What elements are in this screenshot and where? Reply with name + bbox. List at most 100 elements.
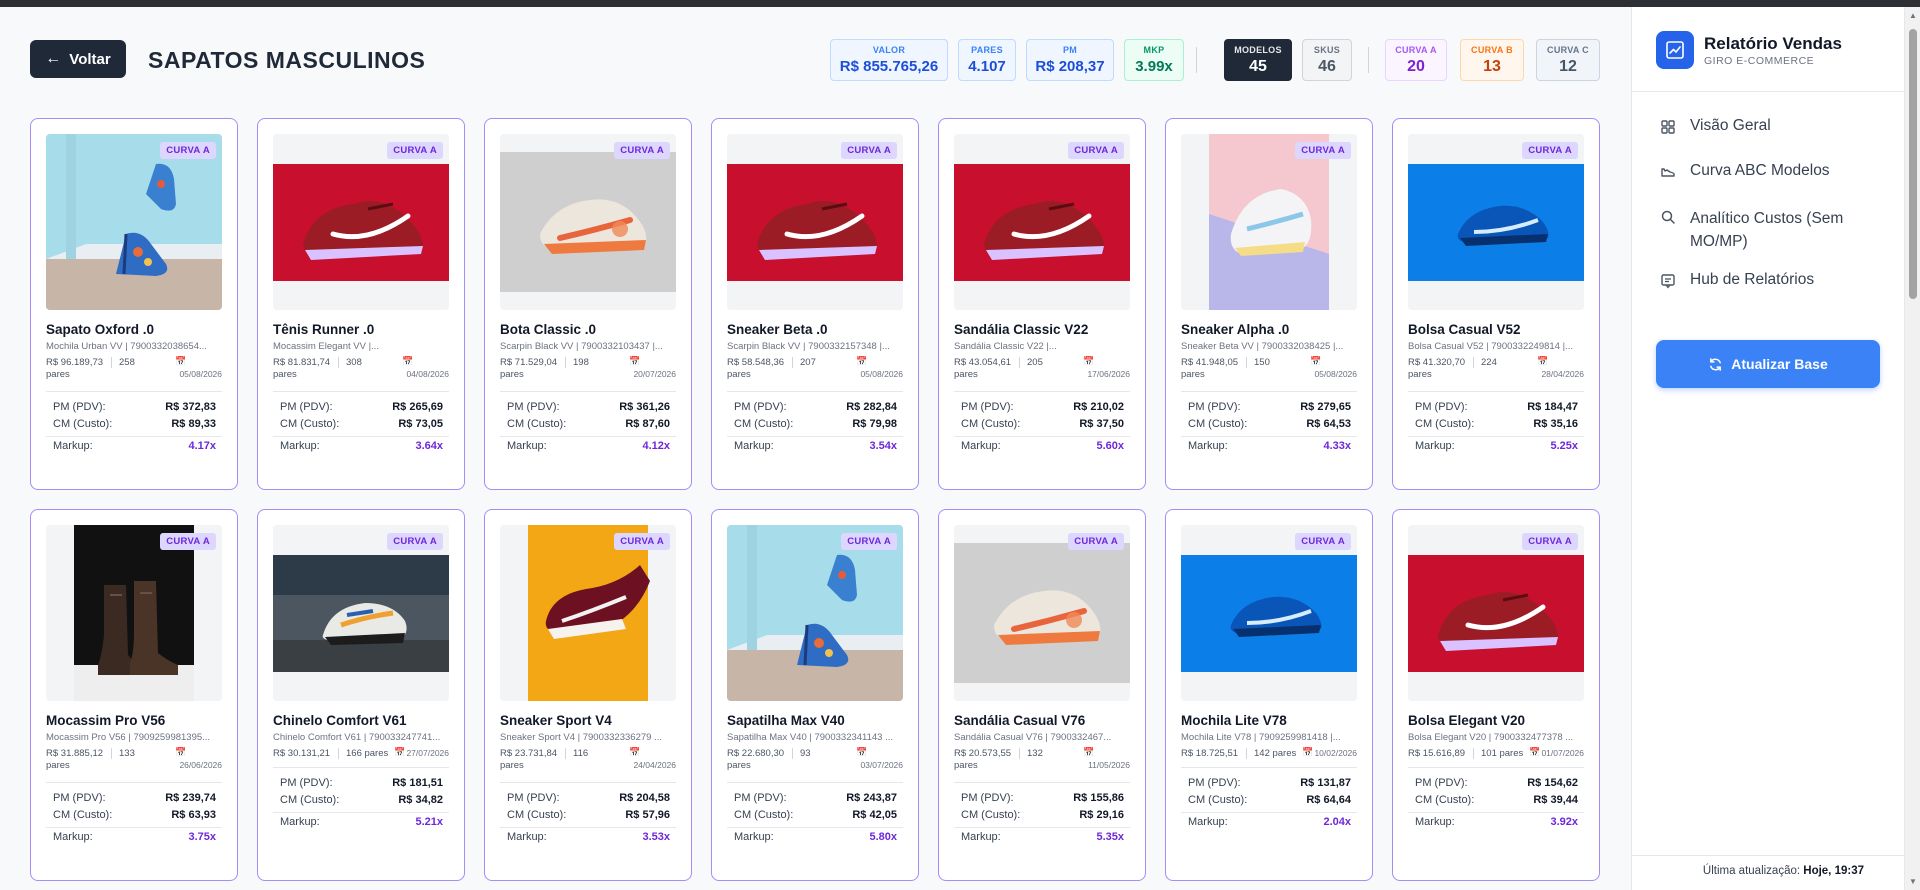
value-divider [1019,357,1020,368]
metric-label: CM (Custo): [53,809,113,821]
product-date: 01/07/2026 [1541,748,1584,758]
scrollbar[interactable]: ▲ ▼ [1904,7,1920,890]
product-image[interactable]: CURVA A [954,134,1130,310]
product-card[interactable]: CURVA A Sandália Casual V76 Sandália Cas… [938,509,1146,881]
product-image[interactable]: CURVA A [500,525,676,701]
scroll-down-icon[interactable]: ▼ [1909,877,1917,886]
product-date: 11/05/2026 [1088,760,1130,770]
metric-value: 5.80x [869,831,897,843]
last-update-label: Última atualização: [1702,865,1801,877]
curve-badge: CURVA A [387,142,443,159]
curve-badge: CURVA A [614,533,670,550]
product-pares: 93 [800,748,811,759]
kpi-value: 20 [1407,57,1425,75]
product-image[interactable]: CURVA A [273,134,449,310]
product-date: 05/08/2026 [1314,369,1357,379]
metric-value: R$ 204,58 [619,792,670,804]
product-card[interactable]: CURVA A Tênis Runner .0 Mocassim Elegant… [257,118,465,490]
product-card[interactable]: CURVA A Bolsa Casual V52 Bolsa Casual V5… [1392,118,1600,490]
product-sku: Mochila Urban VV | 7900332038654... [46,341,207,352]
product-pares: 166 pares [346,748,389,759]
metric-label: PM (PDV): [1188,401,1241,413]
metric-value: R$ 64,64 [1306,794,1351,806]
metric-pm: PM (PDV): R$ 361,26 [507,401,670,413]
calendar-icon: 📅 [394,747,406,757]
back-button[interactable]: ← Voltar [30,40,126,78]
product-image[interactable]: CURVA A [1408,525,1584,701]
product-pares-unit: pares [1408,369,1432,380]
product-sku: Scarpin Black VV | 7900332157348 |... [727,341,890,352]
metric-value: R$ 155,86 [1073,792,1124,804]
metric-label: Markup: [1415,816,1455,828]
metric-label: Markup: [507,831,547,843]
product-metrics: PM (PDV): R$ 210,02 CM (Custo): R$ 37,50… [954,391,1130,452]
metric-value: R$ 79,98 [852,418,897,430]
metric-label: CM (Custo): [1188,418,1248,430]
product-image[interactable]: CURVA A [954,525,1130,701]
product-card[interactable]: CURVA A Bota Classic .0 Scarpin Black VV… [484,118,692,490]
product-image[interactable]: CURVA A [1181,525,1357,701]
scroll-up-icon[interactable]: ▲ [1909,11,1917,20]
kpi-divider [1368,47,1369,73]
product-date: 05/08/2026 [179,369,222,379]
sidebar-item-curva-abc[interactable]: Curva ABC Modelos [1660,162,1890,180]
product-card[interactable]: CURVA A Mocassim Pro V56 Mocassim Pro V5… [30,509,238,881]
metric-value: R$ 34,82 [398,794,443,806]
product-card[interactable]: CURVA A Mochila Lite V78 Mochila Lite V7… [1165,509,1373,881]
grid-icon [1661,120,1675,134]
product-pares-unit: pares [954,760,978,771]
metric-cm: CM (Custo): R$ 42,05 [734,809,897,821]
product-image[interactable]: CURVA A [727,134,903,310]
product-image[interactable]: CURVA A [46,525,222,701]
metric-divider [273,436,449,437]
product-sku: Chinelo Comfort V61 | 790033247741... [273,732,441,743]
product-image[interactable]: CURVA A [500,134,676,310]
metric-cm: CM (Custo): R$ 29,16 [961,809,1124,821]
sidebar-item-hub-relatorios[interactable]: Hub de Relatórios [1660,271,1890,289]
product-card[interactable]: CURVA A Sneaker Beta .0 Scarpin Black VV… [711,118,919,490]
scrollbar-thumb[interactable] [1909,29,1917,299]
product-metrics: PM (PDV): R$ 184,47 CM (Custo): R$ 35,16… [1408,391,1584,452]
metric-pm: PM (PDV): R$ 204,58 [507,792,670,804]
product-pares: 142 pares [1254,748,1297,759]
product-name: Bolsa Elegant V20 [1408,713,1526,728]
product-card[interactable]: CURVA A Sapato Oxford .0 Mochila Urban V… [30,118,238,490]
product-image[interactable]: CURVA A [1181,134,1357,310]
product-card[interactable]: CURVA A Chinelo Comfort V61 Chinelo Comf… [257,509,465,881]
value-divider [565,748,566,759]
metric-value: 4.33x [1323,440,1351,452]
product-card[interactable]: CURVA A Sneaker Sport V4 Sneaker Sport V… [484,509,692,881]
calendar-icon: 📅 [1537,356,1549,366]
metric-label: CM (Custo): [734,809,794,821]
metric-label: Markup: [53,440,93,452]
product-card[interactable]: CURVA A Bolsa Elegant V20 Bolsa Elegant … [1392,509,1600,881]
back-button-label: Voltar [69,50,111,68]
update-base-button[interactable]: Atualizar Base [1656,340,1880,388]
kpi-pm: PM R$ 208,37 [1026,39,1114,81]
metric-value: 3.92x [1550,816,1578,828]
curve-badge: CURVA A [1295,142,1351,159]
product-image[interactable]: CURVA A [46,134,222,310]
calendar-icon: 📅 [1529,747,1541,757]
sidebar-item-label: Analítico Custos (Sem MO/MP) [1690,210,1844,251]
sidebar-item-analitico-custos[interactable]: Analítico Custos (Sem MO/MP) [1660,207,1890,254]
kpi-label: PARES [971,45,1003,55]
product-image[interactable]: CURVA A [727,525,903,701]
product-card[interactable]: CURVA A Sandália Classic V22 Sandália Cl… [938,118,1146,490]
calendar-icon: 📅 [175,747,187,757]
metric-value: R$ 181,51 [392,777,443,789]
value-divider [1473,357,1474,368]
metric-cm: CM (Custo): R$ 73,05 [280,418,443,430]
value-divider [338,357,339,368]
product-image[interactable]: CURVA A [273,525,449,701]
sidebar-item-label: Curva ABC Modelos [1690,162,1830,179]
product-image[interactable]: CURVA A [1408,134,1584,310]
metric-value: R$ 243,87 [846,792,897,804]
product-card[interactable]: CURVA A Sapatilha Max V40 Sapatilha Max … [711,509,919,881]
product-value: R$ 81.831,74 [273,357,331,368]
value-divider [565,357,566,368]
metric-value: 2.04x [1323,816,1351,828]
product-card[interactable]: CURVA A Sneaker Alpha .0 Sneaker Beta VV… [1165,118,1373,490]
sidebar-item-visao-geral[interactable]: Visão Geral [1660,117,1890,135]
calendar-icon: 📅 [1310,356,1322,366]
